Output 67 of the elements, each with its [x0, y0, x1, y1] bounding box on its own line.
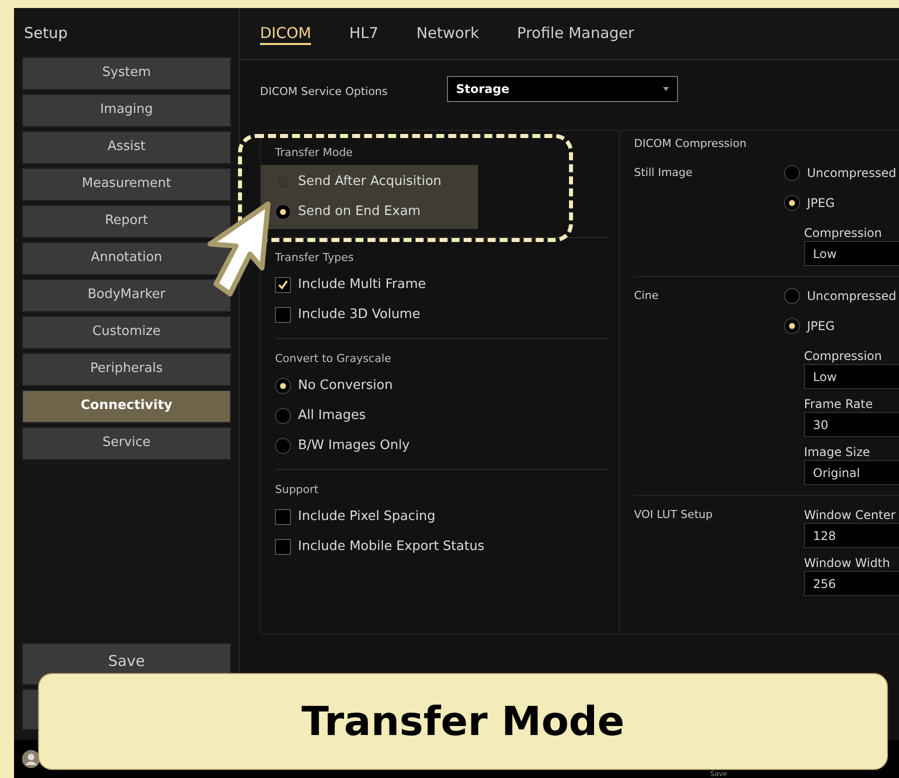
field-label: Image Size	[804, 444, 870, 460]
sidebar-item[interactable]: Customize	[22, 316, 231, 348]
section-title: Support	[275, 482, 318, 498]
input-field[interactable]: 128	[804, 523, 899, 548]
option-label: All Images	[298, 407, 366, 426]
input-field[interactable]: Low	[804, 241, 899, 266]
row-label: VOI LUT Setup	[634, 508, 713, 521]
option-label: Include 3D Volume	[298, 306, 420, 324]
radio-button[interactable]	[784, 318, 800, 334]
radio-button[interactable]	[784, 288, 800, 304]
radio-button[interactable]	[784, 165, 800, 181]
tab[interactable]: HL7	[349, 22, 378, 44]
sidebar-item[interactable]: System	[22, 56, 231, 90]
option-label: Include Multi Frame	[298, 276, 426, 294]
sidebar-item[interactable]: BodyMarker	[22, 278, 231, 312]
input-field[interactable]: 30	[804, 412, 899, 437]
radio-button[interactable]	[275, 438, 291, 454]
sidebar-item[interactable]: Peripherals	[22, 352, 231, 386]
option-label: Include Mobile Export Status	[298, 538, 484, 556]
row-label: Still Image	[634, 166, 692, 179]
field-label: DICOM Service Options	[260, 84, 389, 100]
sidebar-item[interactable]: Connectivity	[22, 390, 231, 422]
checkbox[interactable]	[275, 307, 291, 323]
section-title: DICOM Compression	[634, 136, 746, 152]
section-title: Convert to Grayscale	[275, 351, 392, 367]
sidebar-item[interactable]: Assist	[22, 130, 231, 164]
option-label: Include Pixel Spacing	[298, 508, 436, 526]
section-title: Transfer Types	[275, 250, 354, 266]
radio-button[interactable]	[275, 408, 291, 424]
radio-button[interactable]	[784, 195, 800, 211]
checkbox[interactable]	[275, 277, 291, 293]
option-label: JPEG	[807, 195, 835, 212]
field-label: Window Center	[804, 507, 896, 523]
sidebar-item[interactable]: Imaging	[22, 94, 231, 126]
option-label: Send on End Exam	[298, 203, 421, 222]
checkbox[interactable]	[275, 539, 291, 555]
radio-button[interactable]	[275, 204, 291, 220]
sidebar-item[interactable]: Measurement	[22, 168, 231, 200]
sidebar-title: Setup	[23, 23, 68, 44]
field-label: Window Width	[804, 555, 890, 571]
option-label: Uncompressed	[807, 288, 896, 305]
caret-icon	[663, 87, 669, 91]
service-dropdown[interactable]: Storage	[447, 76, 678, 102]
option-label: Send After Acquisition	[298, 173, 442, 192]
sidebar-item[interactable]: Annotation	[22, 242, 231, 274]
dropdown-value: Storage	[456, 81, 510, 98]
option-label: Uncompressed	[807, 165, 896, 182]
input-field[interactable]: Low	[804, 364, 899, 389]
field-label: Frame Rate	[804, 396, 873, 412]
input-field[interactable]: 256	[804, 571, 899, 596]
caption-title: Transfer Mode	[301, 698, 625, 746]
option-label: B/W Images Only	[298, 437, 410, 456]
tab[interactable]: Profile Manager	[517, 22, 634, 44]
input-field[interactable]: Original	[804, 460, 899, 485]
checkbox[interactable]	[275, 509, 291, 525]
field-label: Compression	[804, 348, 882, 364]
option-label: No Conversion	[298, 377, 393, 396]
section-title: Transfer Mode	[275, 145, 353, 161]
radio-button[interactable]	[275, 378, 291, 394]
avatar-icon	[22, 750, 40, 768]
option-label: JPEG	[807, 318, 835, 335]
row-label: Cine	[634, 289, 658, 302]
sidebar-item[interactable]: Service	[22, 426, 231, 460]
field-label: Compression	[804, 225, 882, 241]
sidebar-item[interactable]: Report	[22, 204, 231, 238]
tab[interactable]: Network	[416, 22, 480, 44]
tab[interactable]: DICOM	[260, 22, 312, 44]
